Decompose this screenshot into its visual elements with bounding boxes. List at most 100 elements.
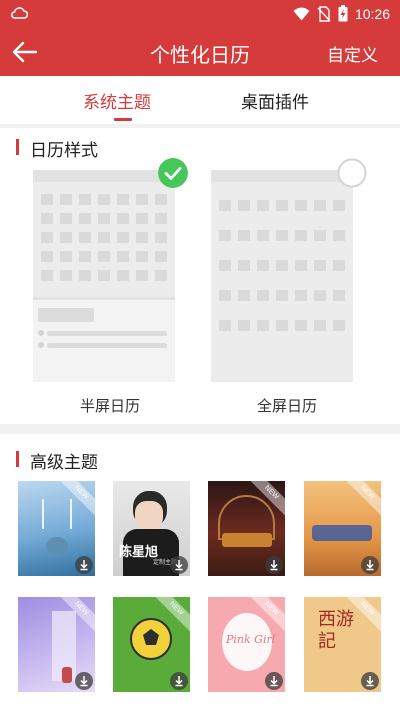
calendar-cell — [98, 232, 110, 243]
calendar-cell — [79, 194, 91, 205]
calendar-cell — [41, 213, 53, 224]
unselected-radio-icon[interactable] — [337, 158, 367, 188]
calendar-cell — [238, 230, 250, 241]
customize-button[interactable]: 自定义 — [327, 41, 378, 66]
download-icon[interactable] — [170, 672, 188, 690]
calendar-cell — [276, 290, 288, 301]
calendar-cell — [219, 320, 231, 331]
calendar-cell — [314, 200, 326, 211]
calendar-cell — [117, 232, 129, 243]
calendar-cell — [314, 320, 326, 331]
calendar-cell — [276, 320, 288, 331]
new-badge: NEW — [341, 481, 381, 519]
status-time: 10:26 — [354, 5, 390, 22]
calendar-cell — [155, 194, 167, 205]
calendar-cell — [117, 270, 129, 281]
calendar-cell — [60, 270, 72, 281]
theme-lavender-window[interactable]: NEW — [18, 597, 95, 692]
calendar-cell — [79, 232, 91, 243]
calendar-cell — [98, 213, 110, 224]
calendar-cell — [79, 251, 91, 262]
theme-xiyouji[interactable]: 西游記 NEW — [304, 597, 381, 692]
app-bar: 个性化日历 自定义 — [0, 28, 400, 76]
no-sim-icon — [317, 5, 331, 22]
calendar-cell — [41, 270, 53, 281]
download-icon[interactable] — [265, 556, 283, 574]
calendar-style-section: 日历样式 半屏日历 全屏日历 — [0, 128, 400, 424]
calendar-cell — [136, 194, 148, 205]
calendar-cell — [295, 290, 307, 301]
calendar-cell — [276, 260, 288, 271]
wifi-icon — [293, 7, 310, 20]
calendar-cell — [257, 230, 269, 241]
calendar-cell — [155, 251, 167, 262]
tab-indicator — [114, 118, 132, 121]
calendar-cell — [98, 270, 110, 281]
calendar-cell — [238, 290, 250, 301]
theme-blue-art[interactable]: NEW — [18, 481, 95, 576]
calendar-cell — [136, 213, 148, 224]
download-icon[interactable] — [361, 672, 379, 690]
calendar-cell — [219, 290, 231, 301]
calendar-cell — [60, 194, 72, 205]
calendar-cell — [136, 232, 148, 243]
calendar-cell — [257, 200, 269, 211]
download-icon[interactable] — [361, 556, 379, 574]
calendar-cell — [257, 320, 269, 331]
calendar-cell — [219, 230, 231, 241]
theme-title-text: 西游記 — [318, 609, 354, 652]
calendar-cell — [295, 230, 307, 241]
calendar-cell — [295, 260, 307, 271]
download-icon[interactable] — [170, 556, 188, 574]
battery-charging-icon — [338, 5, 348, 22]
calendar-cell — [41, 194, 53, 205]
calendar-cell — [257, 290, 269, 301]
calendar-cell — [60, 213, 72, 224]
calendar-cell — [276, 230, 288, 241]
calendar-cell — [295, 200, 307, 211]
calendar-cell — [136, 270, 148, 281]
calendar-cell — [238, 260, 250, 271]
calendar-cell — [314, 230, 326, 241]
calendar-cell — [219, 200, 231, 211]
calendar-cell — [79, 213, 91, 224]
section-title: 高级主题 — [16, 448, 98, 473]
theme-football[interactable]: NEW — [113, 597, 190, 692]
calendar-cell — [276, 200, 288, 211]
theme-chen-xingxu[interactable]: 陈星旭 定制主题 — [113, 481, 190, 576]
premium-themes-section: 高级主题 NEW 陈星旭 定制主题 NEW NEW NEW NEW Pink G… — [0, 434, 400, 711]
calendar-cell — [98, 251, 110, 262]
cloud-icon — [10, 7, 28, 19]
tab-desktop-widgets[interactable]: 桌面插件 — [241, 88, 309, 113]
calendar-cell — [155, 270, 167, 281]
calendar-cell — [117, 251, 129, 262]
download-icon[interactable] — [75, 556, 93, 574]
theme-gold-text[interactable]: NEW — [304, 481, 381, 576]
tab-system-themes[interactable]: 系统主题 — [83, 88, 151, 113]
theme-pink-girl[interactable]: Pink Girl NEW — [208, 597, 285, 692]
theme-title-text: Pink Girl — [226, 633, 276, 646]
calendar-cell — [333, 230, 345, 241]
calendar-cell — [257, 260, 269, 271]
calendar-cell — [41, 232, 53, 243]
calendar-cell — [314, 290, 326, 301]
calendar-cell — [333, 200, 345, 211]
calendar-cell — [79, 270, 91, 281]
theme-arena[interactable]: NEW — [208, 481, 285, 576]
calendar-cell — [333, 320, 345, 331]
status-bar: 10:26 — [0, 0, 400, 28]
calendar-cell — [238, 320, 250, 331]
calendar-cell — [333, 260, 345, 271]
calendar-cell — [60, 232, 72, 243]
calendar-cell — [136, 251, 148, 262]
full-screen-calendar-label: 全屏日历 — [257, 397, 318, 415]
football-icon — [130, 618, 172, 660]
download-icon[interactable] — [75, 672, 93, 690]
selected-check-icon — [158, 158, 188, 188]
half-screen-calendar-option[interactable] — [33, 170, 175, 382]
calendar-cell — [60, 251, 72, 262]
calendar-cell — [295, 320, 307, 331]
calendar-cell — [98, 194, 110, 205]
full-screen-calendar-option[interactable] — [211, 170, 353, 382]
download-icon[interactable] — [265, 672, 283, 690]
